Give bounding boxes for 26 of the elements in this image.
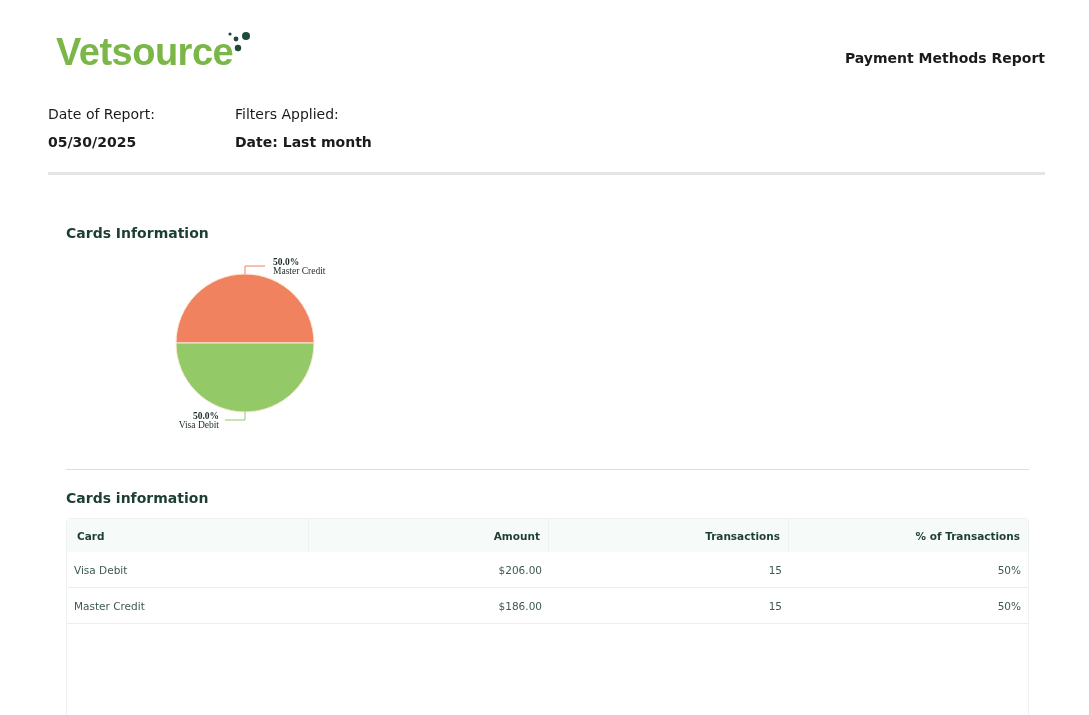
section-title: Cards Information — [66, 225, 210, 241]
meta-label: Filters Applied: — [235, 106, 340, 122]
vetsource-logo: Vetsource — [56, 33, 256, 71]
slice-label: Master Credit — [273, 266, 326, 276]
table-cell-text: $206.00 — [497, 563, 543, 578]
meta-value: 05/30/2025 — [48, 134, 138, 150]
table-cell-text: 15 — [767, 599, 783, 614]
meta-value: Date: Last month — [235, 134, 373, 150]
table-cell-text: 15 — [767, 563, 783, 578]
table-cell-text: 50% — [996, 563, 1022, 578]
slice-label: Visa Debit — [178, 420, 219, 430]
column-header: % of Transactions — [914, 529, 1021, 544]
table-cell-text: Master Credit — [73, 599, 146, 614]
slice-percent: 50.0% — [273, 257, 300, 267]
leader-line — [224, 411, 246, 421]
table-cell-text: Visa Debit — [73, 563, 129, 578]
leader-line — [244, 265, 266, 275]
meta-label: Date of Report: — [48, 106, 156, 122]
section-title: Cards information — [66, 490, 210, 506]
slice-percent: 50.0% — [192, 411, 219, 421]
table-cell-text: 50% — [996, 599, 1022, 614]
report-title: Payment Methods Report — [844, 50, 1045, 66]
column-header: Transactions — [549, 519, 789, 552]
column-header: Amount — [309, 519, 549, 552]
column-header: Card — [67, 519, 309, 552]
table-cell-text: $186.00 — [497, 599, 543, 614]
